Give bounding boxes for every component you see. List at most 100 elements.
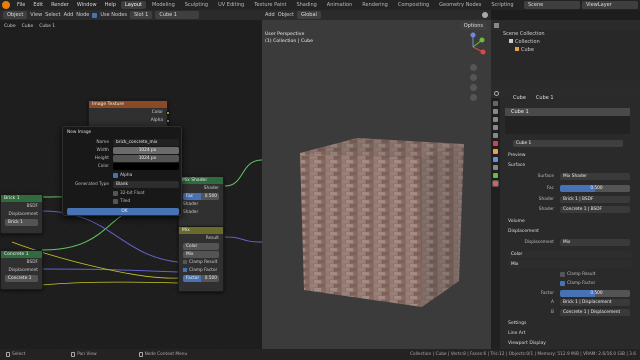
- cube-row[interactable]: Cube: [491, 46, 640, 54]
- data-type-field[interactable]: Color: [183, 242, 219, 250]
- blender-logo-icon[interactable]: [2, 1, 10, 9]
- mix-dropdown[interactable]: Mix: [508, 261, 632, 268]
- surface-shader-field[interactable]: Mix Shader: [560, 173, 630, 180]
- menu-edit[interactable]: Edit: [30, 2, 46, 8]
- clamp-result-checkbox[interactable]: Clamp Result: [179, 258, 223, 266]
- blend-field[interactable]: Mix: [183, 250, 219, 258]
- collection-row[interactable]: Collection: [491, 38, 640, 46]
- brick-cube[interactable]: [262, 20, 491, 349]
- node-menu-add[interactable]: Add: [64, 12, 74, 18]
- clamp-factor-checkbox[interactable]: [560, 281, 565, 286]
- menu-window[interactable]: Window: [74, 2, 100, 8]
- blend-dropdown[interactable]: Mix: [179, 250, 223, 258]
- orientation-selector[interactable]: Global: [296, 11, 321, 19]
- tab-animation[interactable]: Animation: [323, 1, 357, 9]
- filter-icon[interactable]: [494, 22, 499, 28]
- slot-selector[interactable]: Slot 1: [129, 11, 153, 19]
- 3d-viewport[interactable]: Options User Perspective (1) Collection …: [262, 20, 491, 349]
- material-name-field[interactable]: Cube 1: [513, 140, 623, 147]
- menu-render[interactable]: Render: [48, 2, 72, 8]
- section-line-art[interactable]: Line Art: [505, 329, 635, 338]
- menu-file[interactable]: File: [14, 2, 28, 8]
- search-icon[interactable]: [494, 90, 499, 96]
- viewport-menu-object[interactable]: Object: [278, 12, 294, 18]
- viewlayer-selector[interactable]: ViewLayer: [582, 1, 638, 9]
- mix-node[interactable]: Mix Result Color Mix Clamp Result Clamp …: [178, 226, 224, 292]
- particles-tab-icon[interactable]: [493, 165, 498, 170]
- new-image-dialog[interactable]: New Image Name brick_concrete_mix Width …: [62, 126, 182, 216]
- height-input[interactable]: 1024 px: [113, 155, 179, 162]
- checkbox-icon[interactable]: [183, 268, 187, 272]
- section-preview[interactable]: Preview: [505, 151, 635, 160]
- tab-texture-paint[interactable]: Texture Paint: [250, 1, 290, 9]
- material-slot-list[interactable]: Cube 1: [505, 108, 630, 134]
- a-input-field[interactable]: Brick 1 | Displacement: [560, 299, 630, 306]
- physics-tab-icon[interactable]: [493, 173, 498, 178]
- clamp-result-checkbox[interactable]: [560, 272, 565, 277]
- factor-slider[interactable]: 0.500: [560, 290, 630, 297]
- data-type-dropdown[interactable]: Color: [179, 242, 223, 250]
- section-displacement[interactable]: Displacement: [505, 227, 635, 236]
- alpha-output-socket[interactable]: [166, 119, 170, 123]
- editor-type-selector[interactable]: Object: [3, 11, 28, 19]
- modifier-tab-icon[interactable]: [493, 157, 498, 162]
- use-nodes-checkbox[interactable]: [92, 12, 98, 18]
- b-input-field[interactable]: Concrete 1 | Displacement: [560, 309, 630, 316]
- outliner[interactable]: Scene Collection Collection Cube: [491, 20, 640, 80]
- tab-rendering[interactable]: Rendering: [358, 1, 392, 9]
- material-selector[interactable]: Cube 1: [155, 11, 200, 19]
- viewport-menu-add[interactable]: Add: [265, 12, 275, 18]
- brick-group-node[interactable]: Brick 1 BSDF Displacement Brick 1: [0, 194, 43, 234]
- section-viewport-display[interactable]: Viewport Display: [505, 339, 635, 348]
- float-checkbox[interactable]: [113, 191, 118, 196]
- scene-tab-icon[interactable]: [493, 133, 498, 138]
- group-selector[interactable]: Brick 1: [1, 218, 42, 226]
- ok-button[interactable]: OK: [67, 208, 179, 215]
- view-layer-tab-icon[interactable]: [493, 125, 498, 130]
- object-tab-icon[interactable]: [493, 149, 498, 154]
- tab-scripting[interactable]: Scripting: [487, 1, 517, 9]
- render-tab-icon[interactable]: [493, 109, 498, 114]
- shader1-field[interactable]: Brick 1 | BSDF: [560, 196, 630, 203]
- node-menu-node[interactable]: Node: [76, 12, 89, 18]
- color-dropdown[interactable]: Color: [508, 251, 632, 258]
- tab-compositing[interactable]: Compositing: [394, 1, 433, 9]
- world-tab-icon[interactable]: [493, 141, 498, 146]
- fac-slider[interactable]: Fac 0.500: [179, 192, 223, 200]
- clamp-factor-checkbox[interactable]: Clamp Factor: [179, 266, 223, 274]
- group-field[interactable]: Concrete 1: [5, 274, 38, 282]
- checkbox-icon[interactable]: [183, 260, 187, 264]
- section-volume[interactable]: Volume: [505, 217, 635, 226]
- width-input[interactable]: 1024 px: [113, 147, 179, 154]
- scene-collection-row[interactable]: Scene Collection: [491, 30, 640, 38]
- output-tab-icon[interactable]: [493, 117, 498, 122]
- section-settings[interactable]: Settings: [505, 319, 635, 328]
- shader2-field[interactable]: Concrete 1 | BSDF: [560, 206, 630, 213]
- concrete-group-node[interactable]: Concrete 1 BSDF Displacement Concrete 1: [0, 250, 43, 290]
- alpha-checkbox[interactable]: [113, 173, 118, 178]
- tiled-checkbox[interactable]: [113, 199, 118, 204]
- tab-shading[interactable]: Shading: [292, 1, 320, 9]
- viewport-shading-icon[interactable]: [482, 12, 488, 18]
- color-swatch[interactable]: [113, 163, 179, 170]
- section-surface[interactable]: Surface: [505, 161, 635, 170]
- tab-sculpting[interactable]: Sculpting: [181, 1, 212, 9]
- node-menu-select[interactable]: Select: [45, 12, 60, 18]
- group-field[interactable]: Brick 1: [5, 218, 38, 226]
- color-output-socket[interactable]: [166, 111, 170, 115]
- factor-field[interactable]: Factor 0.500: [183, 274, 219, 282]
- tool-tab-icon[interactable]: [493, 101, 498, 106]
- node-menu-view[interactable]: View: [30, 12, 42, 18]
- displacement-field[interactable]: Mix: [560, 239, 630, 246]
- tab-geometry-nodes[interactable]: Geometry Nodes: [435, 1, 485, 9]
- fac-field[interactable]: Fac 0.500: [183, 192, 219, 200]
- factor-slider[interactable]: Factor 0.500: [179, 274, 223, 282]
- group-selector[interactable]: Concrete 1: [1, 274, 42, 282]
- tab-uv-editing[interactable]: UV Editing: [214, 1, 248, 9]
- tab-modeling[interactable]: Modeling: [148, 1, 179, 9]
- scene-selector[interactable]: Scene: [524, 1, 580, 9]
- tab-layout[interactable]: Layout: [121, 1, 146, 9]
- node-editor[interactable]: Cube Cube Cube 1 Image Texture Color Alp…: [0, 20, 262, 349]
- name-input[interactable]: brick_concrete_mix: [113, 139, 179, 146]
- menu-help[interactable]: Help: [102, 2, 119, 8]
